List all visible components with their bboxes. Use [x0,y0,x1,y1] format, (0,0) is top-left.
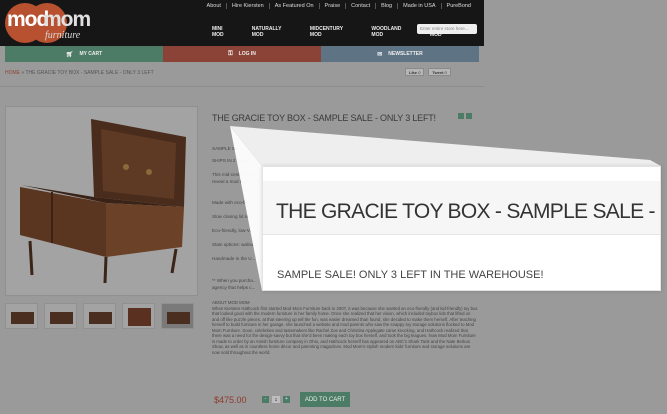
zoom-callout: THE GRACIE TOY BOX - SAMPLE SALE - ONLY … [262,166,661,291]
zoom-text: SAMPLE SALE! ONLY 3 LEFT IN THE WAREHOUS… [277,269,544,281]
zoom-title: THE GRACIE TOY BOX - SAMPLE SALE - ONLY … [276,200,660,223]
